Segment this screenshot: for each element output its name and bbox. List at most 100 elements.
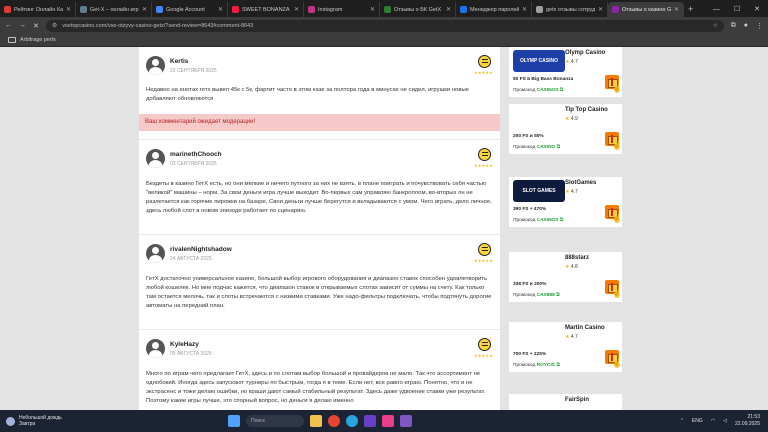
windows-taskbar: Небольшой дождь Завтра Поиск ⌃ ENG ◠ ◁ 2…	[0, 410, 768, 432]
app-icon[interactable]	[400, 415, 412, 427]
casino-name[interactable]: SlotGames	[565, 180, 596, 186]
comment-text: ГетХ достаточно универсальное казино, бо…	[146, 276, 492, 309]
windows-start-icon[interactable]	[228, 415, 240, 427]
browser-tab[interactable]: Instagram ✕	[304, 2, 380, 17]
copy-icon[interactable]: ⧉	[558, 218, 563, 223]
promo-code[interactable]: CASINOS	[537, 218, 559, 223]
rating-value: 4.9	[570, 116, 578, 122]
new-tab-icon[interactable]: +	[688, 2, 693, 17]
casino-logo[interactable]	[513, 397, 565, 410]
casino-name[interactable]: Martin Casino	[565, 325, 605, 331]
browser-tab[interactable]: getx отзывы сотруд ✕	[532, 2, 608, 17]
tab-close-icon[interactable]: ✕	[598, 6, 603, 13]
browser-toolbar: ← → ✕ ⚙ vsetopcasino.com/vse-otzyvy-casi…	[0, 17, 768, 34]
copy-icon[interactable]: ⧉	[555, 363, 559, 368]
hand-pointer-icon: ☝	[612, 84, 622, 93]
bookmark-star-icon[interactable]: ☆	[713, 23, 718, 29]
tab-close-icon[interactable]: ✕	[218, 6, 223, 13]
minimize-icon[interactable]: —	[713, 2, 720, 17]
clock[interactable]: 21:53 22.09.2025	[735, 414, 760, 428]
promo-label: Промокод	[513, 293, 536, 298]
comments-column: Kertis 22 СЕНТЯБРЯ 2025 ★★★★★ Недавно на…	[139, 47, 500, 410]
promo-code[interactable]: ROYCIS	[537, 363, 555, 368]
casino-logo[interactable]	[513, 255, 565, 277]
copy-icon[interactable]: ⧉	[555, 293, 559, 298]
browser-tab[interactable]: Отзывы о БК GetX б ✕	[380, 2, 456, 17]
casino-name[interactable]: 888starz	[565, 255, 589, 261]
promo-label: Промокод	[513, 88, 536, 93]
hand-pointer-icon: ☝	[612, 359, 622, 368]
casino-rating: ★ 4.7	[565, 334, 578, 340]
tab-close-icon[interactable]: ✕	[142, 6, 147, 13]
promo-label: Промокод	[513, 218, 536, 223]
casino-logo[interactable]: SLOT GAMES	[513, 180, 565, 202]
casino-card[interactable]: FairSpin	[509, 394, 622, 410]
casino-name[interactable]: Tip Top Casino	[565, 107, 608, 113]
promo-code[interactable]: CASINOS	[537, 88, 559, 93]
address-bar[interactable]: ⚙ vsetopcasino.com/vse-otzyvy-casino-get…	[45, 19, 724, 32]
system-tray: ⌃ ENG ◠ ◁ 21:53 22.09.2025	[680, 414, 760, 428]
casino-name[interactable]: Olymp Casino	[565, 50, 605, 56]
taskbar-search-input[interactable]: Поиск	[246, 415, 304, 427]
tab-close-icon[interactable]: ✕	[674, 6, 679, 13]
volume-icon[interactable]: ◁	[723, 418, 727, 424]
tray-chevron-icon[interactable]: ⌃	[680, 418, 684, 424]
extensions-icon[interactable]: ⧉	[731, 22, 736, 30]
tab-close-icon[interactable]: ✕	[522, 6, 527, 13]
casino-name[interactable]: FairSpin	[565, 397, 589, 403]
close-load-icon[interactable]: ✕	[33, 22, 39, 30]
copy-icon[interactable]: ⧉	[555, 145, 560, 150]
tab-close-icon[interactable]: ✕	[446, 6, 451, 13]
telegram-icon[interactable]	[346, 415, 358, 427]
casino-card[interactable]: 888starz ★ 4.8 338 FS и 200% Промокод CAS88…	[509, 252, 622, 302]
browser-tab[interactable]: Рейтинг Онлайн Каз ✕	[0, 2, 76, 17]
casino-card[interactable]: SLOT GAMES SlotGames ★ 4.7 390 FS + 470% Про…	[509, 177, 622, 227]
tab-title: Отзывы о БК GetX б	[394, 6, 443, 13]
casino-logo[interactable]: OLYMP CASINO	[513, 50, 565, 72]
tab-favicon-icon	[612, 6, 619, 13]
tab-favicon-icon	[156, 6, 163, 13]
comment-date: 24 АВГУСТА 2025	[170, 256, 212, 262]
bookmark-folder-arbitrage[interactable]: Arbitrage perls	[20, 37, 56, 43]
casino-logo[interactable]	[513, 325, 565, 347]
browser-tab[interactable]: Отзывы о казино Ge ✕	[608, 2, 684, 17]
back-icon[interactable]: ←	[5, 22, 12, 29]
casino-bonus: 700 FS + 225%	[513, 352, 547, 357]
tab-title: Google Account	[166, 6, 205, 13]
casino-bonus: 390 FS + 470%	[513, 207, 547, 212]
clock-date: 22.09.2025	[734, 421, 760, 427]
casino-card[interactable]: OLYMP CASINO Olymp Casino ★ 4.7 50 FS в Big…	[509, 47, 622, 97]
app-icon[interactable]	[364, 415, 376, 427]
moderation-notice: Ваш комментарий ожидает модерации!	[139, 114, 500, 131]
promo-code[interactable]: CASINO	[537, 145, 556, 150]
site-info-icon[interactable]: ⚙	[52, 22, 57, 29]
promo-code[interactable]: CAS888	[537, 293, 555, 298]
hand-pointer-icon: ☝	[612, 141, 622, 150]
comment-author: Kertis	[170, 58, 189, 65]
promo-line: Промокод CAS888 ⧉	[513, 292, 560, 298]
app-icon[interactable]	[382, 415, 394, 427]
url-text: vsetopcasino.com/vse-otzyvy-casino-getx/…	[62, 22, 254, 29]
profile-icon[interactable]: ●	[744, 22, 748, 30]
maximize-icon[interactable]: ☐	[734, 2, 740, 17]
tab-close-icon[interactable]: ✕	[370, 6, 375, 13]
language-indicator[interactable]: ENG	[692, 418, 703, 424]
tab-close-icon[interactable]: ✕	[294, 6, 299, 13]
wifi-icon[interactable]: ◠	[711, 418, 715, 424]
copy-icon[interactable]: ⧉	[558, 88, 563, 93]
browser-tab[interactable]: Менеджер паролей ✕	[456, 2, 532, 17]
casino-logo[interactable]	[513, 107, 565, 129]
casino-card[interactable]: Martin Casino ★ 4.7 700 FS + 225% Промокод …	[509, 322, 622, 372]
browser-tab[interactable]: Get-X – онлайн игр ✕	[76, 2, 152, 17]
chrome-icon[interactable]	[328, 415, 340, 427]
forward-icon[interactable]: →	[19, 22, 26, 29]
close-window-icon[interactable]: ✕	[754, 2, 760, 17]
browser-tab[interactable]: Google Account ✕	[152, 2, 228, 17]
tab-close-icon[interactable]: ✕	[66, 6, 71, 13]
weather-widget[interactable]: Небольшой дождь Завтра	[0, 415, 200, 427]
casino-card[interactable]: Tip Top Casino ★ 4.9 200 FS и 50% Промокод …	[509, 104, 622, 154]
file-explorer-icon[interactable]	[310, 415, 322, 427]
browser-tab[interactable]: SWEET BONANZA 10✕	[228, 2, 304, 17]
menu-icon[interactable]: ⋮	[756, 22, 763, 30]
folder-icon	[8, 37, 16, 43]
